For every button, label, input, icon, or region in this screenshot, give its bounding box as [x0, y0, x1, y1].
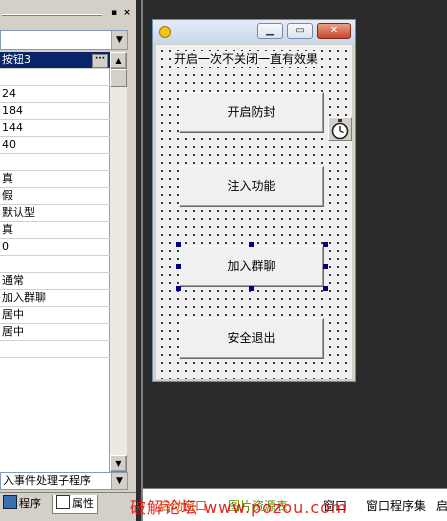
- panel-tabs: 程序 属性: [0, 492, 136, 516]
- property-value[interactable]: 通常: [0, 273, 110, 290]
- tab-window-assembly[interactable]: 窗口程序集: [366, 497, 426, 515]
- form-window: ▁ ▭ ✕ 开启一次不关闭一直有效果 开启防封 注入功能 加入群聊 安全退出: [152, 19, 356, 382]
- property-panel: ▪ × ▼ 按钮3 24 184 144 40 真 假 默认型 真 0 通常 加…: [0, 0, 136, 521]
- close-icon[interactable]: ✕: [317, 23, 351, 39]
- safe-exit-button[interactable]: 安全退出: [179, 318, 324, 359]
- resize-handle[interactable]: [176, 242, 181, 247]
- restore-icon[interactable]: ▪: [108, 8, 120, 19]
- resize-handle[interactable]: [176, 286, 181, 291]
- property-value[interactable]: 24: [0, 86, 110, 103]
- close-icon[interactable]: ×: [121, 8, 133, 19]
- property-value[interactable]: 居中: [0, 307, 110, 324]
- tab-properties[interactable]: 属性: [52, 495, 98, 514]
- properties-icon: [56, 495, 70, 509]
- property-value[interactable]: [0, 341, 110, 358]
- scroll-up-icon[interactable]: ▲: [110, 52, 127, 69]
- ellipsis-button[interactable]: ···: [92, 54, 108, 68]
- chevron-down-icon[interactable]: ▼: [111, 473, 127, 489]
- property-value[interactable]: 184: [0, 103, 110, 120]
- watermark-text: 破解论坛 www.pozou.com: [130, 498, 348, 517]
- property-value[interactable]: 居中: [0, 324, 110, 341]
- panel-titlebar: ▪ ×: [0, 8, 136, 22]
- resize-handle[interactable]: [176, 264, 181, 269]
- maximize-icon[interactable]: ▭: [287, 23, 313, 39]
- property-scrollbar[interactable]: ▲ ▼: [110, 52, 127, 472]
- property-grid: 按钮3 24 184 144 40 真 假 默认型 真 0 通常 加入群聊 居中…: [0, 52, 110, 472]
- resize-handle[interactable]: [249, 242, 254, 247]
- property-value[interactable]: 假: [0, 188, 110, 205]
- resize-handle[interactable]: [323, 242, 328, 247]
- titlebar-grip[interactable]: [2, 14, 102, 16]
- form-titlebar[interactable]: ▁ ▭ ✕: [153, 20, 355, 44]
- scroll-down-icon[interactable]: ▼: [110, 455, 127, 472]
- property-value[interactable]: [0, 154, 110, 171]
- stopwatch-icon[interactable]: [328, 117, 352, 141]
- resize-handle[interactable]: [323, 264, 328, 269]
- app-icon: [159, 26, 171, 38]
- scroll-thumb[interactable]: [110, 69, 127, 87]
- object-selector[interactable]: ▼: [0, 30, 128, 50]
- tab-properties-label: 属性: [72, 497, 94, 510]
- minimize-icon[interactable]: ▁: [257, 23, 283, 39]
- join-group-button[interactable]: 加入群聊: [179, 246, 324, 287]
- event-selector-value: 入事件处理子程序: [3, 474, 91, 487]
- tab-overflow[interactable]: 启: [436, 497, 447, 515]
- open-protection-button[interactable]: 开启防封: [179, 92, 324, 133]
- property-value[interactable]: 真: [0, 222, 110, 239]
- property-value[interactable]: 默认型: [0, 205, 110, 222]
- form-label: 开启一次不关闭一直有效果: [172, 51, 321, 67]
- program-icon: [3, 495, 17, 509]
- property-value[interactable]: 0: [0, 239, 110, 256]
- property-value[interactable]: 加入群聊: [0, 290, 110, 307]
- property-value[interactable]: [0, 256, 110, 273]
- property-value[interactable]: 真: [0, 171, 110, 188]
- property-value[interactable]: 144: [0, 120, 110, 137]
- event-selector[interactable]: 入事件处理子程序 ▼: [0, 472, 128, 490]
- property-value[interactable]: 40: [0, 137, 110, 154]
- property-value[interactable]: [0, 69, 110, 86]
- chevron-down-icon[interactable]: ▼: [111, 31, 127, 49]
- inject-function-button[interactable]: 注入功能: [179, 166, 324, 207]
- tab-program[interactable]: 程序: [0, 495, 44, 513]
- tab-program-label: 程序: [19, 497, 41, 510]
- form-client-area[interactable]: 开启一次不关闭一直有效果 开启防封 注入功能 加入群聊 安全退出: [156, 45, 352, 379]
- resize-handle[interactable]: [323, 286, 328, 291]
- resize-handle[interactable]: [249, 286, 254, 291]
